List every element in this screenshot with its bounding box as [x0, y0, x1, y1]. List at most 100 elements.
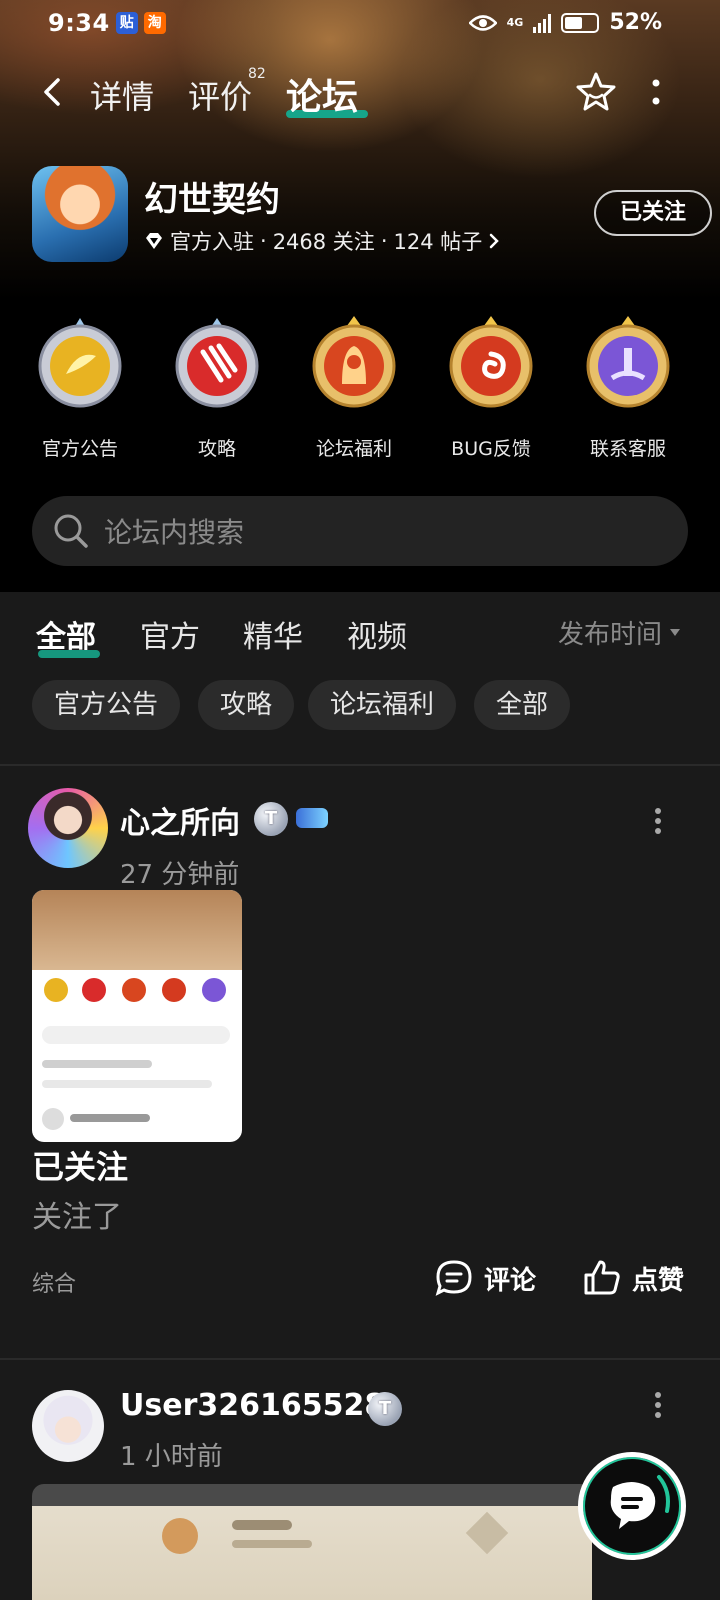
- back-arrow-icon[interactable]: [36, 74, 72, 110]
- thumbnail-line: [232, 1520, 292, 1530]
- post-title[interactable]: 已关注: [32, 1142, 128, 1188]
- game-title: 幻世契约: [144, 180, 280, 220]
- thumbnail-header: [32, 890, 242, 970]
- comment-button[interactable]: 评论: [434, 1258, 536, 1298]
- post-card[interactable]: 心之所向 T 27 分钟前 已关注 关注了 综合 评论 点赞: [0, 766, 720, 1358]
- level-badge: T: [254, 802, 288, 836]
- post-time: 27 分钟前: [120, 860, 240, 890]
- sort-label: 发布时间: [557, 620, 662, 650]
- search-input[interactable]: 论坛内搜索: [32, 496, 688, 566]
- swirl-badge-icon: [449, 316, 533, 408]
- thumbnail-line: [42, 1060, 152, 1068]
- thumbnail-avatar: [162, 1518, 198, 1554]
- chat-floating-button[interactable]: [578, 1452, 686, 1560]
- meta-separator: ·: [380, 229, 388, 253]
- battery-level: 52%: [609, 10, 662, 35]
- favorite-star-icon[interactable]: [574, 70, 618, 114]
- category-announcements[interactable]: 官方公告: [10, 314, 150, 461]
- like-label: 点赞: [632, 1265, 685, 1296]
- category-label: BUG反馈: [451, 438, 531, 460]
- signal-icon: [533, 13, 552, 33]
- post-more-icon[interactable]: [654, 1392, 662, 1418]
- thumbnail-icon: [122, 978, 146, 1002]
- comment-icon: [435, 1260, 472, 1296]
- claw-badge-icon: [175, 318, 259, 408]
- top-navigation: 详情 评价 82 论坛: [0, 60, 720, 130]
- honor-badge-icon: [296, 808, 328, 828]
- category-benefits[interactable]: 论坛福利: [284, 314, 424, 461]
- chevron-right-icon: [490, 233, 500, 249]
- status-time: 9:34: [48, 9, 110, 37]
- category-bug-report[interactable]: BUG反馈: [421, 314, 561, 461]
- sort-dropdown[interactable]: 发布时间: [558, 614, 680, 651]
- thumbnail-icon: [202, 978, 226, 1002]
- chip-all[interactable]: 全部: [474, 680, 571, 730]
- post-body[interactable]: 关注了: [32, 1192, 122, 1236]
- thumbnail-icon: [162, 978, 186, 1002]
- reviews-count-badge: 82: [248, 66, 266, 82]
- battery-icon: [561, 12, 600, 33]
- filter-tab-featured[interactable]: 精华: [243, 612, 303, 656]
- thumbnail-line: [42, 1080, 212, 1088]
- more-options-icon[interactable]: [650, 78, 662, 106]
- like-button[interactable]: 点赞: [582, 1258, 684, 1298]
- thumbnail-badge: [465, 1511, 509, 1555]
- post-author[interactable]: User326165528: [120, 1388, 385, 1423]
- official-label: 官方入驻: [170, 230, 254, 254]
- thumbnail-icon: [82, 978, 106, 1002]
- followers-count: 2468 关注: [272, 230, 375, 254]
- post-image-thumbnail[interactable]: [32, 890, 242, 1142]
- search-placeholder: 论坛内搜索: [104, 516, 245, 549]
- chat-bubble-icon: [610, 1475, 670, 1529]
- meta-separator: ·: [260, 229, 267, 253]
- filter-tab-all[interactable]: 全部: [36, 612, 96, 656]
- service-badge-icon: [586, 316, 670, 408]
- eye-icon: [468, 14, 497, 31]
- avatar[interactable]: [28, 788, 108, 868]
- diamond-icon: [146, 233, 162, 249]
- game-info: 幻世契约 官方入驻 · 2468 关注 · 124 帖子 已关注: [32, 166, 712, 262]
- search-section: 论坛内搜索: [0, 480, 720, 592]
- tab-details[interactable]: 详情: [90, 72, 154, 118]
- chip-announcements[interactable]: 官方公告: [32, 680, 181, 730]
- filter-tab-video[interactable]: 视频: [347, 612, 407, 656]
- network-type: 4G: [506, 16, 524, 29]
- post-more-icon[interactable]: [654, 808, 662, 834]
- category-row: 官方公告 攻略 论坛福利 BUG反馈 联系客服: [0, 300, 720, 480]
- category-label: 攻略: [197, 438, 236, 460]
- search-icon: [54, 514, 88, 548]
- game-icon[interactable]: [32, 166, 128, 262]
- category-label: 论坛福利: [315, 438, 392, 460]
- taobao-app-icon: 淘: [143, 12, 166, 34]
- status-indicators: 4G 52%: [468, 10, 662, 35]
- comment-label: 评论: [484, 1265, 537, 1296]
- tab-reviews[interactable]: 评价: [188, 72, 252, 118]
- category-label: 官方公告: [41, 438, 118, 460]
- posts-count: 124 帖子: [393, 230, 483, 254]
- announcement-badge-icon: [38, 318, 122, 408]
- chip-benefits[interactable]: 论坛福利: [308, 680, 457, 730]
- thumbnail-search: [42, 1026, 230, 1044]
- post-author[interactable]: 心之所向: [120, 798, 240, 842]
- follow-button[interactable]: 已关注: [594, 190, 712, 236]
- avatar[interactable]: [32, 1390, 104, 1462]
- thumbnail-avatar: [42, 1108, 64, 1130]
- post-image-thumbnail[interactable]: [32, 1484, 592, 1600]
- filter-tab-official[interactable]: 官方: [140, 612, 200, 656]
- forum-header-banner: 9:34 贴 淘 4G 52% 详情 评价 82 论坛 幻世契约 官方入驻 · …: [0, 0, 720, 300]
- tieba-app-icon: 贴: [115, 12, 138, 34]
- level-badge: T: [368, 1392, 402, 1426]
- category-customer-service[interactable]: 联系客服: [558, 314, 698, 461]
- chip-guides[interactable]: 攻略: [198, 680, 295, 730]
- post-time: 1 小时前: [120, 1442, 223, 1472]
- thumbnail-line: [232, 1540, 312, 1548]
- game-meta[interactable]: 官方入驻 · 2468 关注 · 124 帖子: [144, 226, 500, 256]
- category-guides[interactable]: 攻略: [147, 314, 287, 461]
- thumbs-up-icon: [584, 1260, 620, 1295]
- thumbnail-icon: [44, 978, 68, 1002]
- post-tag[interactable]: 综合: [32, 1266, 76, 1298]
- filter-area: 全部 官方 精华 视频 发布时间 官方公告 攻略 论坛福利 全部: [0, 592, 720, 766]
- category-label: 联系客服: [589, 438, 666, 460]
- tab-forum[interactable]: 论坛: [286, 68, 358, 120]
- thumbnail-line: [70, 1114, 150, 1122]
